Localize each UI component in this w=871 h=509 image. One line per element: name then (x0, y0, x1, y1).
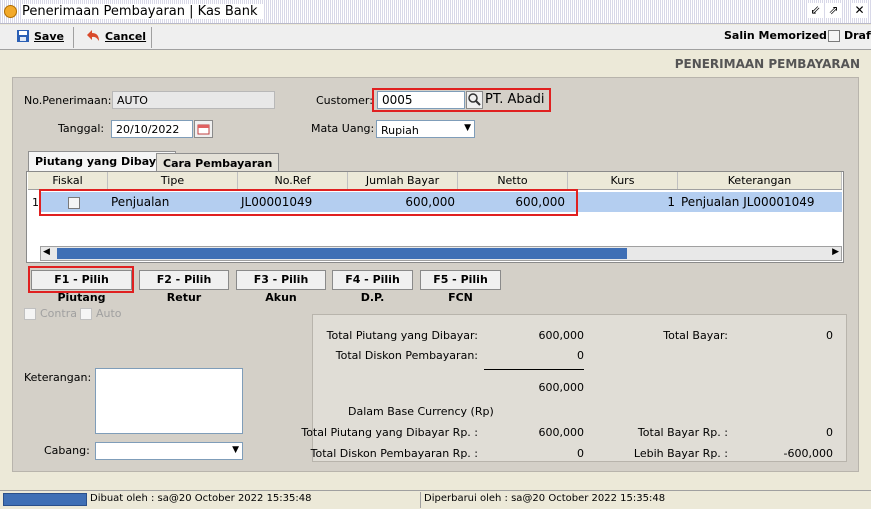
keterangan-textarea[interactable] (95, 368, 243, 434)
toolbar-separator (73, 27, 74, 48)
floppy-icon (17, 30, 29, 42)
tab-piutang-dibayar[interactable]: Piutang yang Dibayar (28, 151, 176, 173)
total-bayar-label: Total Bayar: (663, 329, 728, 342)
total-piutang-value: 600,000 (538, 329, 585, 342)
status-bar: Dibuat oleh : sa@20 October 2022 15:35:4… (0, 490, 871, 509)
customer-highlight (372, 88, 551, 112)
total-piutang-label: Total Piutang yang Dibayar: (326, 329, 478, 342)
total-bayar-value: 0 (826, 329, 833, 342)
row-highlight (39, 189, 578, 216)
contra-label: Contra (40, 307, 77, 320)
lebih-bayar-rp-value: -600,000 (783, 447, 833, 460)
maximize-icon[interactable]: ⇗ (826, 3, 841, 18)
no-penerimaan-label: No.Penerimaan: (24, 94, 112, 107)
app-icon (4, 5, 17, 18)
mata-uang-select[interactable]: Rupiah ▼ (376, 120, 475, 138)
mata-uang-value: Rupiah (381, 124, 419, 137)
cabang-label: Cabang: (44, 444, 90, 457)
contra-checkbox[interactable]: Contra (24, 307, 77, 320)
draft-checkbox[interactable]: Draft (828, 29, 871, 42)
pilih-piutang-highlight (28, 266, 134, 293)
auto-checkbox[interactable]: Auto (80, 307, 122, 320)
col-keterangan: Keterangan (678, 172, 842, 189)
keterangan-label: Keterangan: (24, 371, 92, 384)
progress-indicator (3, 493, 87, 506)
base-currency-label: Dalam Base Currency (Rp) (348, 405, 494, 418)
auto-label: Auto (96, 307, 122, 320)
close-icon[interactable]: ✕ (852, 3, 867, 18)
subtotal-value: 600,000 (538, 381, 585, 394)
calendar-icon (197, 124, 210, 135)
toolbar-separator (151, 27, 152, 48)
auto-check-icon[interactable] (80, 307, 92, 320)
page-heading: PENERIMAAN PEMBAYARAN (674, 57, 860, 71)
draft-label: Draft (844, 29, 871, 42)
total-diskon-rp-value: 0 (577, 447, 584, 460)
total-diskon-value: 0 (577, 349, 584, 362)
tab-piutang-label: Piutang yang Dibayar (35, 155, 169, 168)
pilih-retur-button[interactable]: F2 - Pilih Retur (139, 270, 229, 304)
total-diskon-label: Total Diskon Pembayaran: (335, 349, 478, 362)
total-bayar-rp-value: 0 (826, 426, 833, 439)
toolbar: Save Cancel Salin Memorized Draft (0, 25, 871, 50)
total-piutang-rp-label: Total Piutang yang Dibayar Rp. : (301, 426, 478, 439)
save-label: Save (34, 29, 64, 43)
pilih-akun-button[interactable]: F3 - Pilih Akun (236, 270, 326, 304)
grid-header: Fiskal Tipe No.Ref Jumlah Bayar Netto Ku… (28, 172, 842, 190)
chevron-down-icon: ▼ (232, 445, 239, 455)
horizontal-scrollbar[interactable]: ◀ ▶ (40, 246, 842, 261)
row-number: 1 (32, 196, 39, 209)
cancel-button[interactable]: Cancel (85, 29, 146, 43)
draft-check-icon[interactable] (828, 29, 840, 42)
total-bayar-rp-label: Total Bayar Rp. : (637, 426, 728, 439)
col-tipe: Tipe (108, 172, 238, 189)
mata-uang-label: Mata Uang: (311, 122, 375, 135)
col-noref: No.Ref (238, 172, 348, 189)
col-jumlah-bayar: Jumlah Bayar (348, 172, 458, 189)
status-divider (420, 492, 421, 508)
undo-arrow-icon (87, 30, 99, 41)
scrollbar-thumb[interactable] (57, 248, 627, 259)
title-bar: Penerimaan Pembayaran | Kas Bank ⇙ ⇗ ✕ (0, 0, 871, 24)
col-fiskal: Fiskal (28, 172, 108, 189)
dibuat-oleh: Dibuat oleh : sa@20 October 2022 15:35:4… (90, 493, 312, 504)
total-diskon-rp-label: Total Diskon Pembayaran Rp. : (310, 447, 478, 460)
pilih-fcn-button[interactable]: F5 - Pilih FCN (420, 270, 501, 304)
diperbarui-oleh: Diperbarui oleh : sa@20 October 2022 15:… (424, 493, 666, 504)
window-title: Penerimaan Pembayaran | Kas Bank (22, 4, 264, 19)
restore-icon[interactable]: ⇙ (808, 3, 823, 18)
chevron-down-icon: ▼ (464, 123, 471, 133)
scroll-right-icon[interactable]: ▶ (832, 247, 839, 257)
tanggal-label: Tanggal: (58, 122, 105, 135)
tab-cara-label: Cara Pembayaran (163, 157, 273, 170)
save-button[interactable]: Save (16, 29, 64, 43)
contra-check-icon[interactable] (24, 307, 36, 320)
tanggal-field[interactable]: 20/10/2022 (111, 120, 193, 138)
col-kurs: Kurs (568, 172, 678, 189)
salin-memorized-label: Salin Memorized (724, 29, 827, 42)
subtotal-divider (484, 369, 584, 370)
salin-memorized-button[interactable]: Salin Memorized (724, 29, 827, 42)
scroll-left-icon[interactable]: ◀ (43, 247, 50, 257)
row-kurs: 1 (667, 195, 675, 209)
cabang-select[interactable]: ▼ (95, 442, 243, 460)
total-piutang-rp-value: 600,000 (538, 426, 585, 439)
customer-label: Customer: (316, 94, 373, 107)
pilih-dp-button[interactable]: F4 - Pilih D.P. (332, 270, 413, 304)
row-keterangan: Penjualan JL00001049 (681, 195, 815, 209)
tab-cara-pembayaran[interactable]: Cara Pembayaran (156, 153, 280, 173)
cancel-label: Cancel (105, 29, 147, 43)
col-netto: Netto (458, 172, 568, 189)
no-penerimaan-field[interactable]: AUTO (112, 91, 275, 109)
lebih-bayar-rp-label: Lebih Bayar Rp. : (633, 447, 728, 460)
calendar-button[interactable] (194, 120, 213, 138)
